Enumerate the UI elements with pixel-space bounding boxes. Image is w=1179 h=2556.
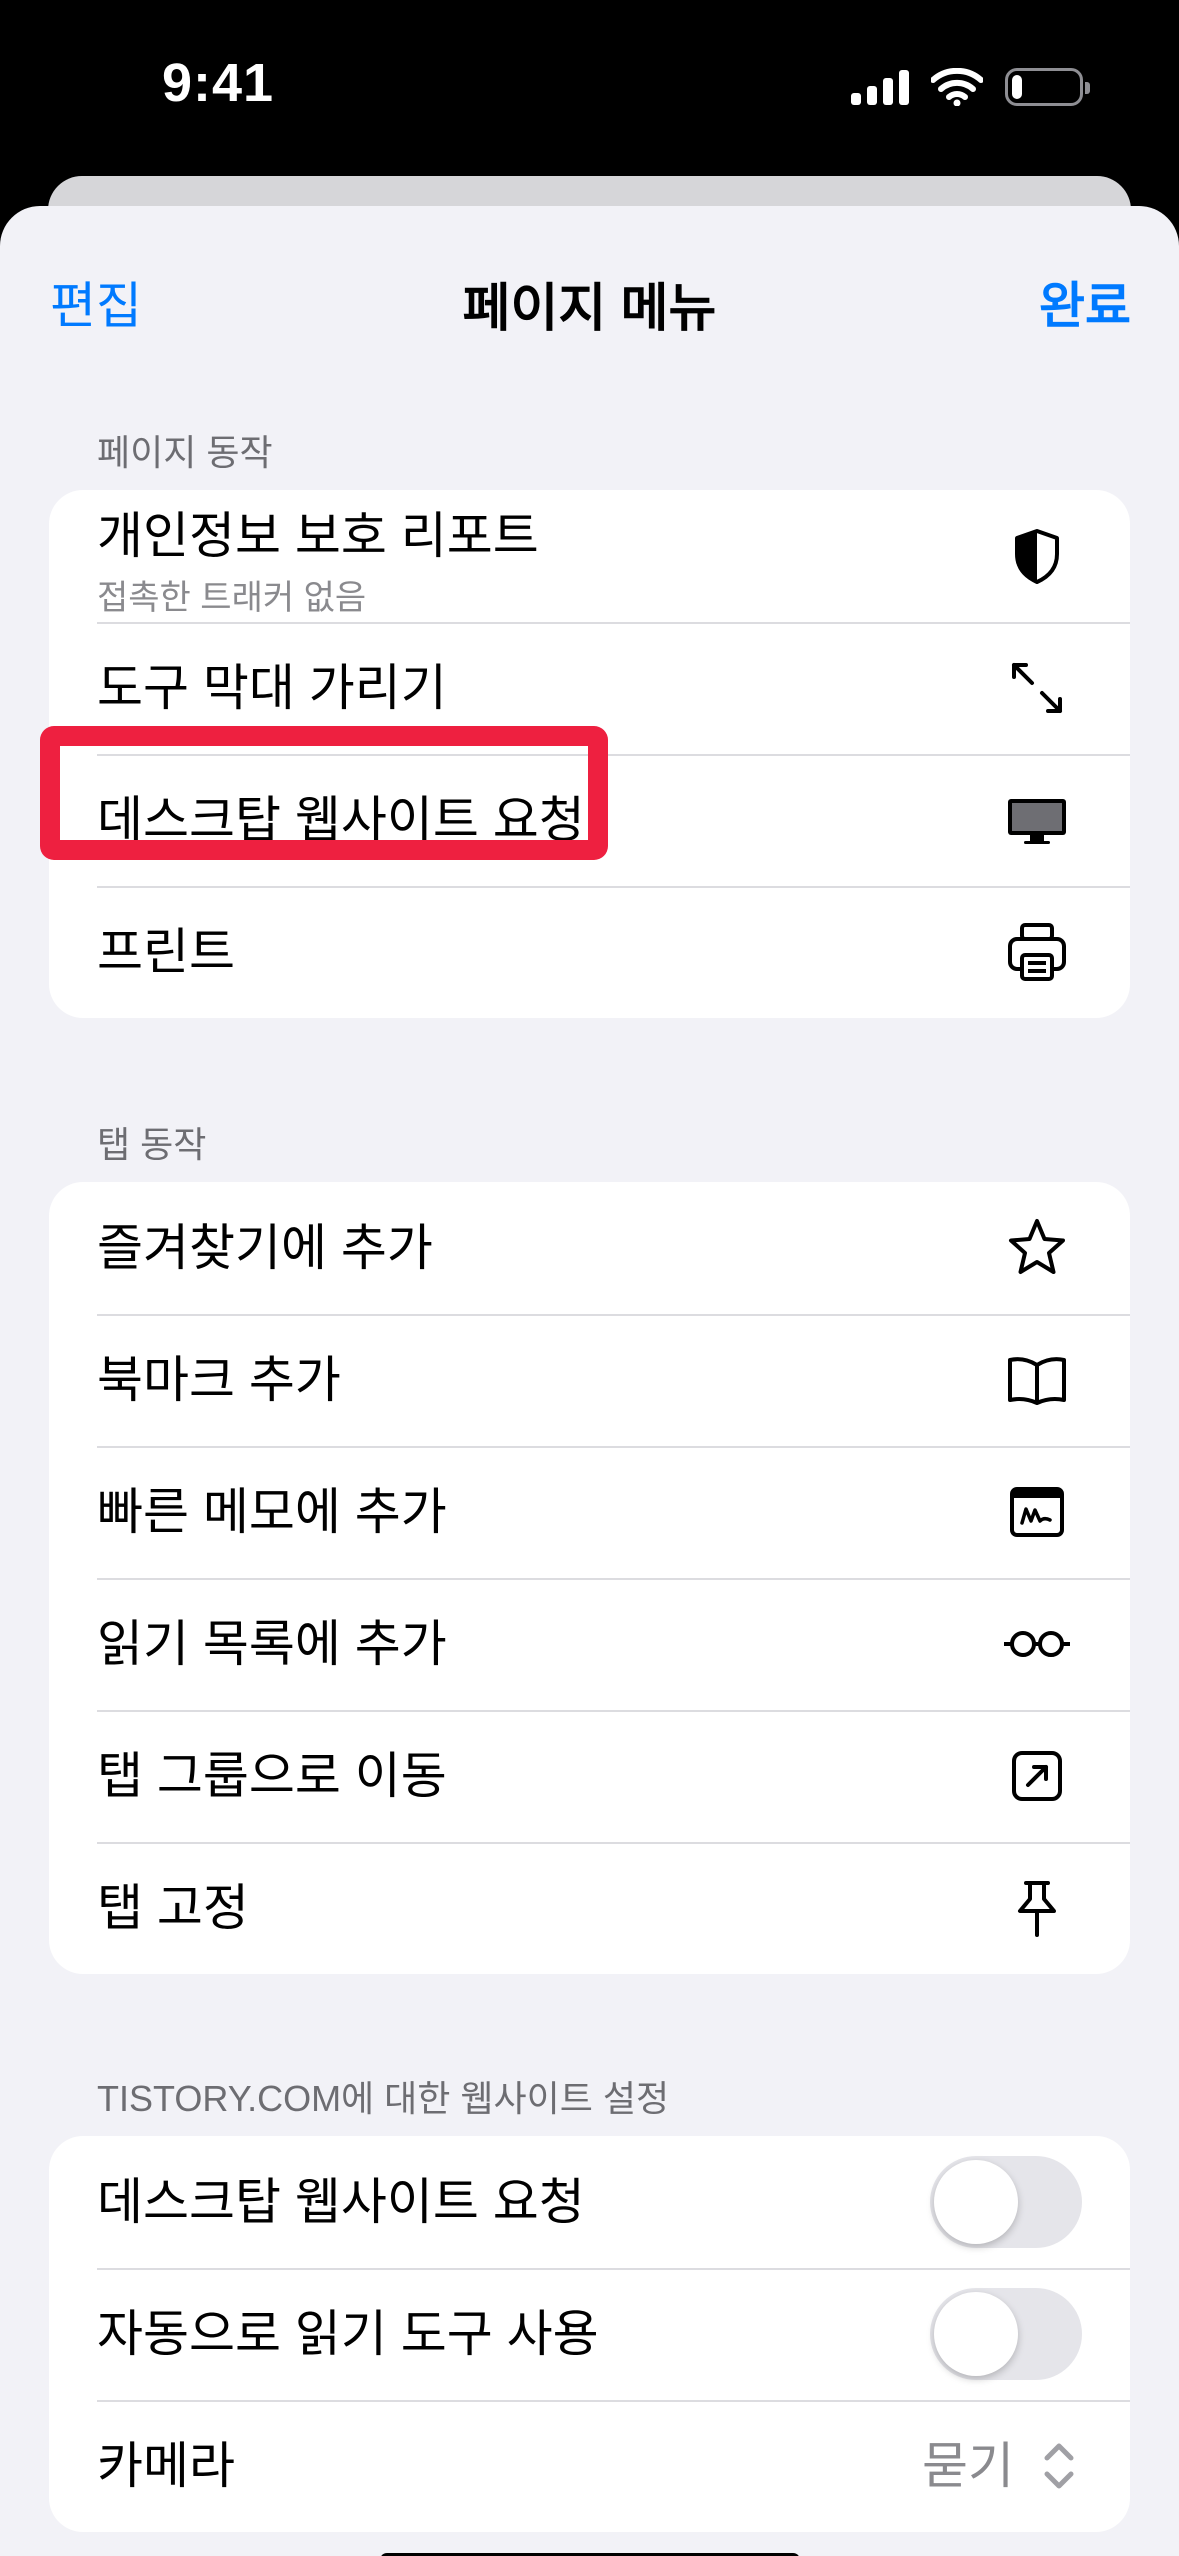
add-bookmark-row[interactable]: 북마크 추가 [49, 1314, 1130, 1446]
page-actions-header: 페이지 동작 [97, 432, 273, 473]
status-time: 9:41 [162, 53, 275, 113]
edit-button[interactable]: 편집 [50, 266, 142, 338]
move-to-tab-group-label: 탭 그룹으로 이동 [97, 1748, 447, 1804]
printer-icon [1002, 917, 1072, 987]
star-icon [1002, 1213, 1072, 1283]
add-to-quick-note-label: 빠른 메모에 추가 [97, 1484, 447, 1540]
move-to-tab-group-row[interactable]: 탭 그룹으로 이동 [49, 1710, 1130, 1842]
chevron-up-down-icon [1044, 2443, 1074, 2489]
status-icons [851, 62, 1090, 112]
battery-fill [1012, 75, 1022, 99]
desktop-icon [1002, 785, 1072, 855]
tab-actions-group: 즐겨찾기에 추가 북마크 추가 빠른 메모에 추가 읽기 목록에 추가 탭 그룹… [49, 1182, 1130, 1974]
arrows-diagonal-icon [1002, 653, 1072, 723]
add-bookmark-label: 북마크 추가 [97, 1352, 341, 1408]
wifi-icon [931, 68, 983, 106]
camera-setting-label: 카메라 [97, 2438, 235, 2494]
desktop-site-setting-row: 데스크탑 웹사이트 요청 [49, 2136, 1130, 2268]
add-to-favorites-row[interactable]: 즐겨찾기에 추가 [49, 1182, 1130, 1314]
print-row[interactable]: 프린트 [49, 886, 1130, 1018]
privacy-report-row[interactable]: 개인정보 보호 리포트 접촉한 트래커 없음 [49, 490, 1130, 622]
camera-setting-value[interactable]: 묻기 [922, 2400, 1014, 2532]
page-menu-sheet: 페이지 메뉴 편집 완료 페이지 동작 개인정보 보호 리포트 접촉한 트래커 … [0, 206, 1179, 2556]
camera-setting-row[interactable]: 카메라 묻기 [49, 2400, 1130, 2532]
add-to-reading-list-label: 읽기 목록에 추가 [97, 1616, 447, 1672]
cellular-signal-icon [851, 69, 909, 105]
pin-icon [1002, 1873, 1072, 1943]
book-icon [1002, 1345, 1072, 1415]
auto-reader-toggle[interactable] [930, 2288, 1082, 2380]
privacy-report-label: 개인정보 보호 리포트 [97, 508, 539, 564]
done-button[interactable]: 완료 [1039, 266, 1131, 338]
site-settings-group: 데스크탑 웹사이트 요청 자동으로 읽기 도구 사용 카메라 묻기 [49, 2136, 1130, 2532]
auto-reader-setting-label: 자동으로 읽기 도구 사용 [97, 2306, 599, 2362]
pin-tab-label: 탭 고정 [97, 1880, 249, 1936]
battery-icon [1005, 68, 1090, 106]
desktop-site-setting-label: 데스크탑 웹사이트 요청 [97, 2174, 585, 2230]
sheet-title: 페이지 메뉴 [462, 280, 717, 338]
add-to-quick-note-row[interactable]: 빠른 메모에 추가 [49, 1446, 1130, 1578]
pin-tab-row[interactable]: 탭 고정 [49, 1842, 1130, 1974]
add-to-reading-list-row[interactable]: 읽기 목록에 추가 [49, 1578, 1130, 1710]
shield-icon [1002, 521, 1072, 591]
quick-note-icon [1002, 1477, 1072, 1547]
add-to-favorites-label: 즐겨찾기에 추가 [97, 1220, 433, 1276]
highlight-annotation [40, 726, 608, 860]
print-label: 프린트 [97, 924, 235, 980]
move-arrow-icon [1002, 1741, 1072, 1811]
privacy-report-sublabel: 접촉한 트래커 없음 [97, 579, 367, 617]
site-settings-header: TISTORY.COM에 대한 웹사이트 설정 [97, 2078, 670, 2119]
desktop-site-toggle[interactable] [930, 2156, 1082, 2248]
tab-actions-header: 탭 동작 [97, 1124, 207, 1165]
auto-reader-setting-row: 자동으로 읽기 도구 사용 [49, 2268, 1130, 2400]
glasses-icon [1002, 1609, 1072, 1679]
status-bar: 9:41 [0, 0, 1179, 178]
